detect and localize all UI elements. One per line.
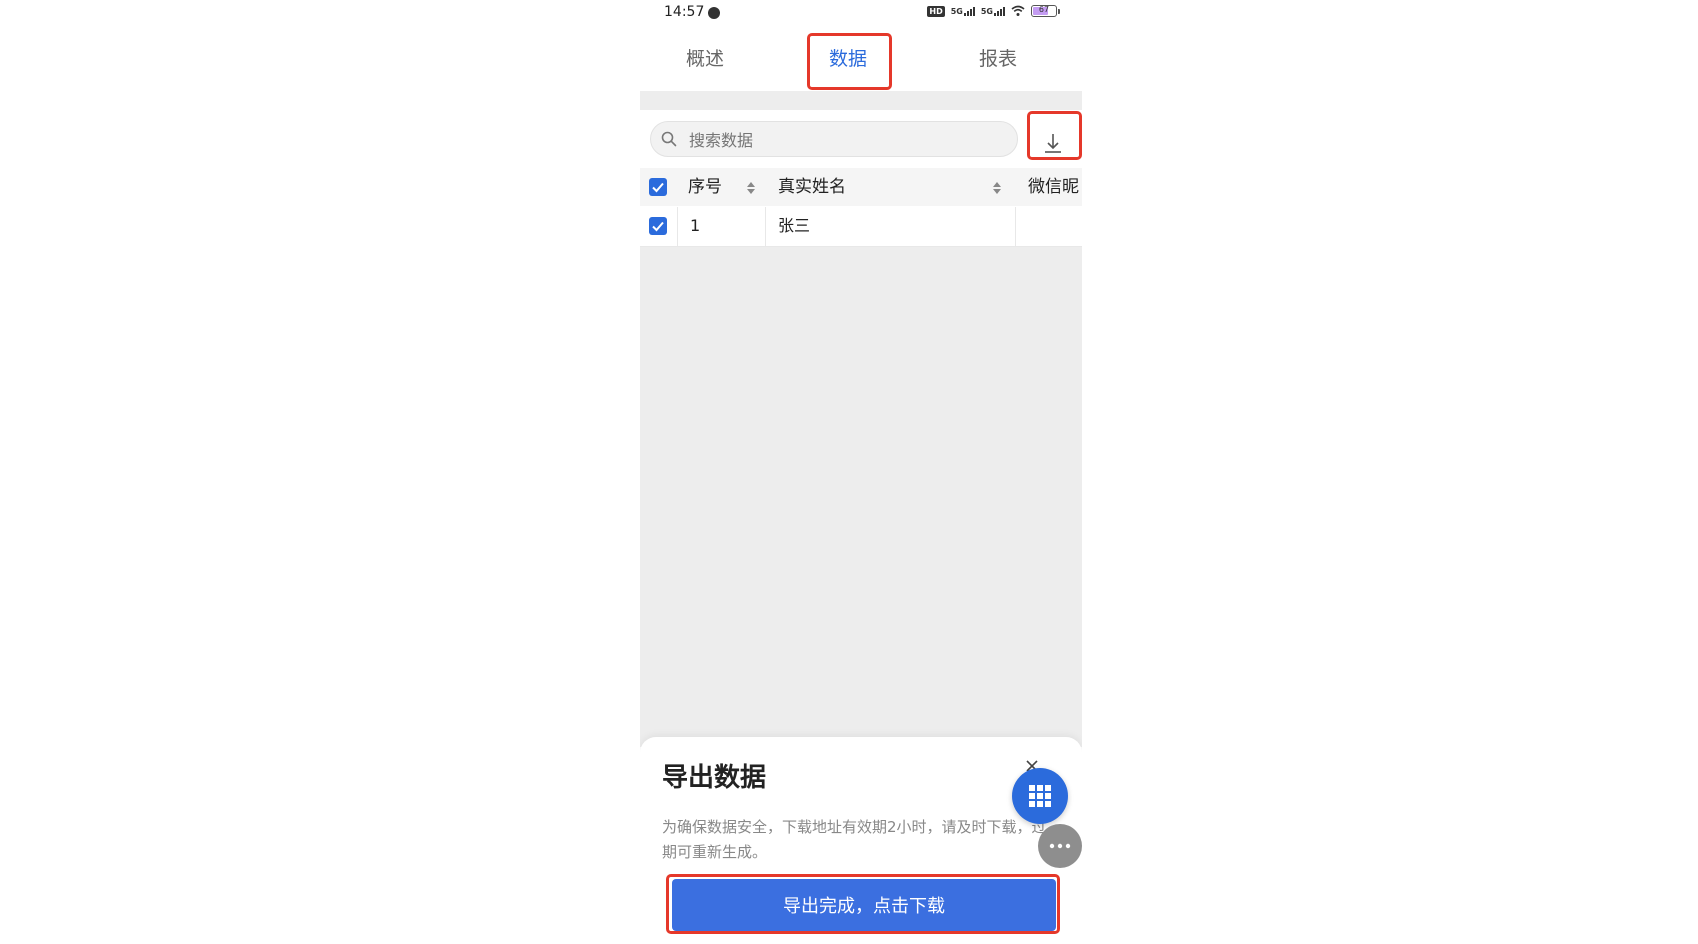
column-header-wechat-nickname[interactable]: 微信昵 (1028, 168, 1082, 206)
cellular-signal-icon-2: 5G (981, 6, 1005, 16)
table-header: 序号 真实姓名 微信昵 (640, 168, 1082, 206)
download-icon[interactable] (1038, 128, 1068, 158)
tab-overview[interactable]: 概述 (660, 40, 750, 78)
download-export-button[interactable]: 导出完成，点击下载 (672, 879, 1056, 931)
sheet-description: 为确保数据安全，下载地址有效期2小时，请及时下载，过期可重新生成。 (662, 818, 1047, 861)
cellular-signal-icon: 5G (951, 6, 975, 16)
more-options-button[interactable] (1038, 824, 1082, 868)
search-input[interactable] (687, 122, 1011, 158)
search-toolbar (640, 110, 1082, 166)
status-bar: 14:57 HD 5G 5G 67 (640, 0, 1082, 26)
section-divider (640, 91, 1082, 110)
sort-icon-real-name[interactable] (992, 180, 1002, 196)
row-checkbox[interactable] (649, 217, 667, 235)
grid-icon (1029, 785, 1051, 807)
table-row[interactable]: 1 张三 (640, 207, 1082, 247)
search-icon (661, 131, 677, 147)
column-header-real-name[interactable]: 真实姓名 (778, 168, 846, 206)
tab-reports[interactable]: 报表 (956, 40, 1040, 78)
column-header-index[interactable]: 序号 (688, 168, 722, 206)
check-icon (652, 182, 664, 193)
hd-voice-icon: HD (927, 5, 945, 17)
search-box (650, 121, 1018, 158)
sheet-title: 导出数据 (662, 763, 767, 793)
wifi-icon (1011, 5, 1025, 16)
app-grid-button[interactable] (1012, 768, 1068, 824)
check-icon (652, 221, 664, 232)
table-empty-area (640, 247, 1082, 747)
battery-icon: 67 (1031, 5, 1057, 17)
select-all-checkbox[interactable] (649, 178, 667, 196)
more-icon (1049, 843, 1071, 849)
cell-real-name: 张三 (778, 216, 811, 235)
message-notification-icon (708, 7, 720, 19)
status-time: 14:57 (664, 4, 705, 20)
phone-screen: 14:57 HD 5G 5G 67 概述 数据 报表 搜索数据 序号 真实姓名 … (640, 0, 1082, 944)
cell-index: 1 (690, 216, 701, 235)
tab-bar: 概述 数据 报表 (640, 30, 1082, 90)
sort-icon-index[interactable] (746, 180, 756, 196)
tab-data[interactable]: 数据 (806, 40, 890, 78)
status-icons: HD 5G 5G 67 (927, 5, 1060, 17)
